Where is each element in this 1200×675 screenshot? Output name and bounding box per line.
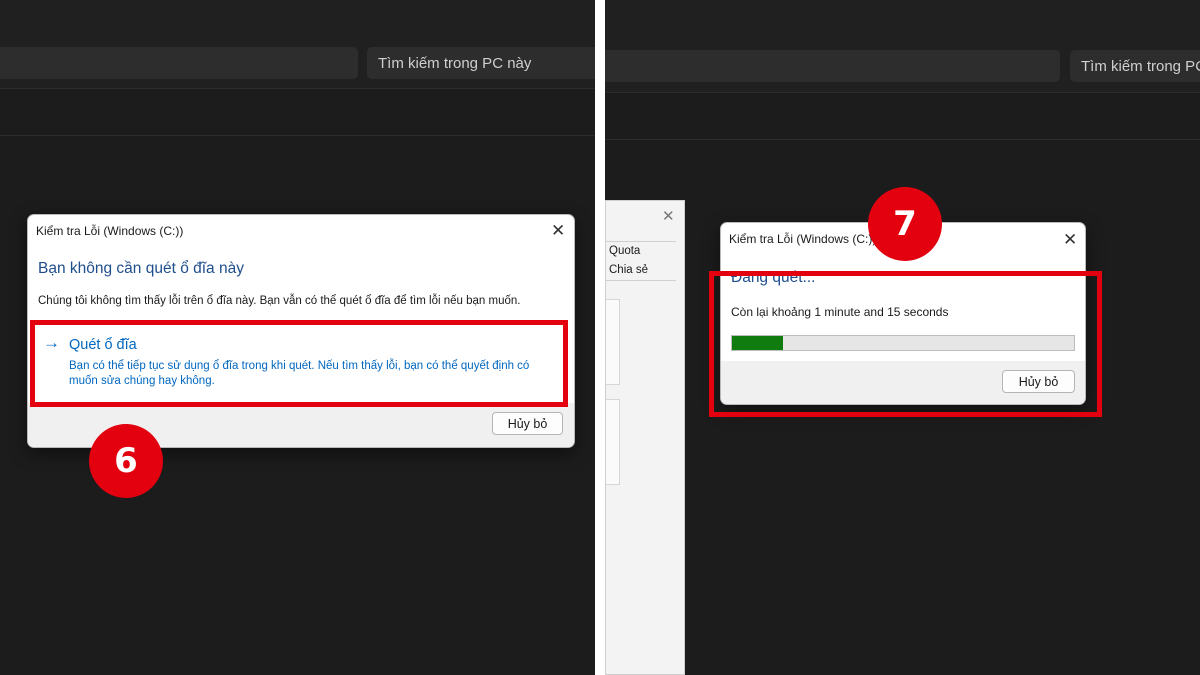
close-icon[interactable]: ✕	[662, 209, 675, 224]
address-bar[interactable]	[605, 50, 1060, 82]
address-bar[interactable]	[0, 47, 358, 79]
dialog-title: Kiểm tra Lỗi (Windows (C:))	[36, 224, 184, 238]
close-icon[interactable]: ✕	[551, 222, 565, 239]
tab-quota[interactable]: Quota	[609, 245, 640, 257]
search-placeholder: Tìm kiếm trong PC này	[1081, 57, 1200, 75]
command-bar	[605, 92, 1200, 140]
command-bar	[0, 88, 595, 136]
close-icon[interactable]: ✕	[1063, 231, 1077, 248]
cancel-button[interactable]: Hủy bỏ	[492, 412, 563, 435]
dialog-title: Kiểm tra Lỗi (Windows (C:))	[729, 232, 877, 246]
tab-row: Quota Chia sẻ	[606, 241, 676, 281]
highlight-box	[30, 320, 568, 407]
left-screenshot-panel: Tìm kiếm trong PC này Kiểm tra Lỗi (Wind…	[0, 0, 595, 675]
step-badge: 7	[868, 187, 942, 261]
search-placeholder: Tìm kiếm trong PC này	[378, 54, 532, 72]
content-box	[606, 299, 620, 385]
dialog-heading: Bạn không cần quét ổ đĩa này	[38, 260, 244, 277]
right-screenshot-panel: Tìm kiếm trong PC này ✕ Quota Chia sẻ Ki…	[605, 0, 1200, 675]
search-input[interactable]: Tìm kiếm trong PC này	[1070, 50, 1200, 82]
explorer-top-bar: Tìm kiếm trong PC này	[0, 0, 595, 88]
content-box	[606, 399, 620, 485]
explorer-top-bar: Tìm kiếm trong PC này	[605, 0, 1200, 92]
step-badge: 6	[89, 424, 163, 498]
dialog-description: Chúng tôi không tìm thấy lỗi trên ổ đĩa …	[38, 295, 521, 307]
tab-sharing[interactable]: Chia sẻ	[609, 264, 648, 276]
search-input[interactable]: Tìm kiếm trong PC này	[367, 47, 595, 79]
highlight-box	[709, 271, 1102, 417]
background-properties-window: ✕ Quota Chia sẻ	[605, 200, 685, 675]
